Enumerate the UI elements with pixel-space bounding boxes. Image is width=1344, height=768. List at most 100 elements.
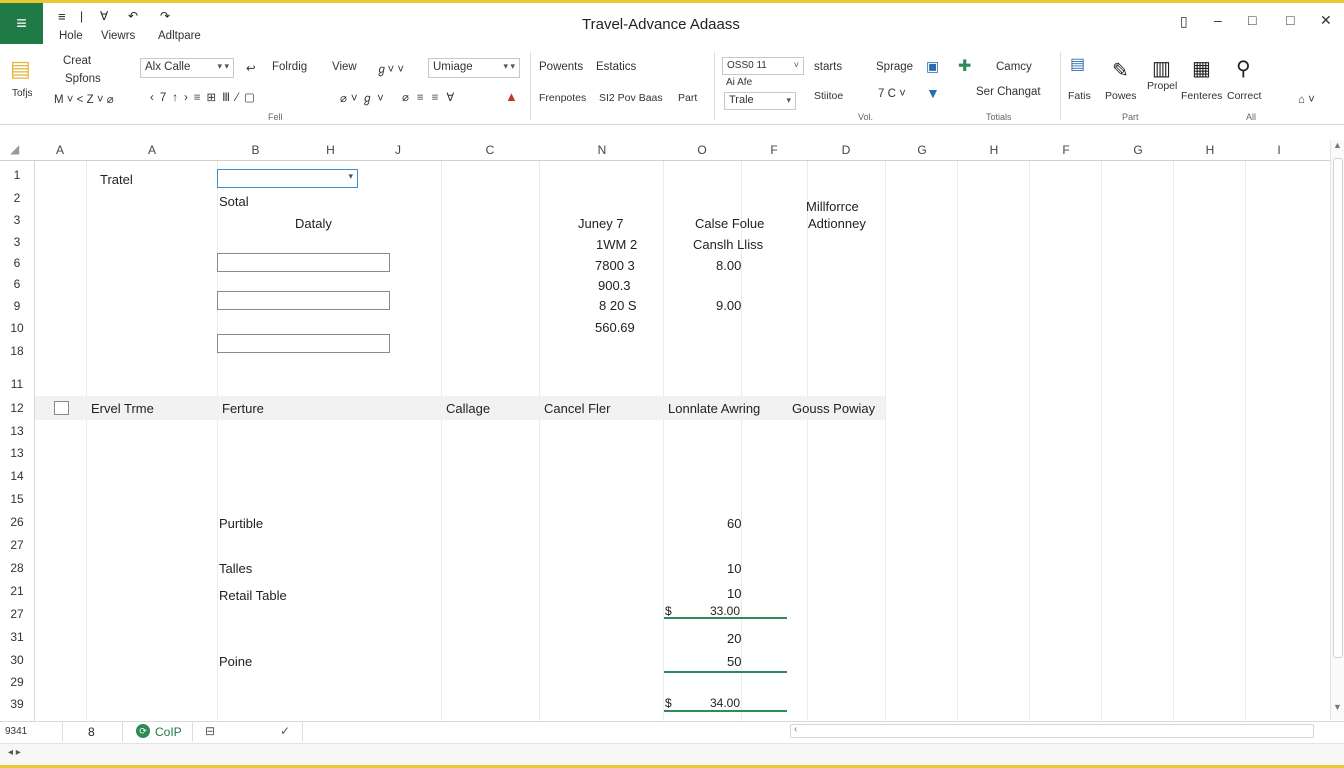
- redo-icon[interactable]: ↷: [160, 9, 170, 23]
- ser-changat-button[interactable]: Ser Changat: [976, 86, 1041, 98]
- column-header[interactable]: F: [1030, 143, 1102, 157]
- row-header[interactable]: 2: [0, 191, 34, 205]
- select-all-icon[interactable]: ◢: [10, 142, 19, 156]
- funnel-icon[interactable]: ▼: [926, 85, 940, 101]
- row-header[interactable]: 9: [0, 299, 34, 313]
- scroll-thumb[interactable]: [1333, 158, 1343, 658]
- row-header[interactable]: 27: [0, 538, 34, 552]
- row-header[interactable]: 13: [0, 446, 34, 460]
- row-header[interactable]: 6: [0, 256, 34, 270]
- clipboard-tools-icon[interactable]: M ˅ < Z ˅ ⌀: [54, 92, 114, 106]
- correct-button[interactable]: Correct: [1227, 90, 1261, 102]
- number-format-combo[interactable]: Umiage ▾ ▾: [428, 58, 520, 78]
- column-header[interactable]: H: [958, 143, 1030, 157]
- search-icon[interactable]: ⚲: [1236, 56, 1251, 81]
- row-header[interactable]: 3: [0, 213, 34, 227]
- column-header[interactable]: G: [886, 143, 958, 157]
- row-header[interactable]: 39: [0, 697, 34, 711]
- row-header[interactable]: 27: [0, 607, 34, 621]
- table-combo[interactable]: Trale ▾: [724, 92, 796, 110]
- column-header[interactable]: J: [368, 143, 428, 157]
- hamburger-icon[interactable]: ≡: [58, 9, 66, 24]
- cells-tools-icon[interactable]: 7 C ˅: [878, 88, 906, 100]
- column-header[interactable]: O: [664, 143, 740, 157]
- camcy-button[interactable]: Camcy: [996, 61, 1032, 73]
- column-header[interactable]: H: [1174, 143, 1246, 157]
- row-header[interactable]: 28: [0, 561, 34, 575]
- table-header-cell[interactable]: Gouss Powiay: [792, 401, 875, 416]
- row-header[interactable]: 14: [0, 469, 34, 483]
- table-header-cell[interactable]: Lonnlate Awring: [668, 401, 760, 416]
- row-header[interactable]: 1: [0, 168, 34, 182]
- new-sheet-icon[interactable]: ⊟: [205, 724, 215, 738]
- travel-dropdown[interactable]: ▾: [217, 169, 358, 188]
- column-header[interactable]: A: [87, 143, 217, 157]
- povbaas-button[interactable]: SI2 Pov Baas: [599, 92, 663, 104]
- powents-button[interactable]: Powents: [539, 61, 583, 73]
- column-header[interactable]: G: [1102, 143, 1174, 157]
- menu-tab-adltpare[interactable]: Adltpare: [158, 30, 201, 42]
- vertical-scrollbar[interactable]: ▲ ▼: [1330, 140, 1344, 720]
- menu-tab-views[interactable]: Viewrs: [101, 30, 135, 42]
- maximize-button[interactable]: □: [1248, 12, 1256, 28]
- powes-button[interactable]: Powes: [1105, 90, 1137, 102]
- select-row-checkbox[interactable]: [54, 401, 69, 415]
- font-tools-row2[interactable]: ⌀˅ℊ˅: [340, 90, 388, 106]
- sheet-tab-active[interactable]: CoIP: [155, 725, 182, 739]
- style-dropdown-icon[interactable]: ℊ˅ ˅: [376, 61, 404, 77]
- menu-tab-home[interactable]: Hole: [59, 30, 83, 42]
- row-header[interactable]: 3: [0, 235, 34, 249]
- fatis-button[interactable]: Fatis: [1068, 90, 1091, 102]
- spfons-button[interactable]: Spfons: [65, 73, 101, 85]
- row-header[interactable]: 13: [0, 424, 34, 438]
- close-button[interactable]: ✕: [1320, 12, 1332, 29]
- back-icon[interactable]: ↩: [246, 61, 256, 75]
- input-box-1[interactable]: [217, 253, 390, 272]
- paste-icon[interactable]: ▤: [10, 56, 31, 82]
- font-tools-row[interactable]: ‹7↑›≡⊞Ⅲ⁄▢: [150, 90, 261, 104]
- table-header-cell[interactable]: Callage: [446, 401, 490, 416]
- part-button[interactable]: Part: [678, 92, 697, 104]
- sprage-button[interactable]: Sprage: [876, 61, 913, 73]
- row-header[interactable]: 18: [0, 344, 34, 358]
- table-header-cell[interactable]: Cancel Fler: [544, 401, 610, 416]
- status-arrows-icon[interactable]: ◂ ▸: [8, 747, 21, 758]
- column-header[interactable]: I: [1246, 143, 1312, 157]
- row-header[interactable]: 6: [0, 277, 34, 291]
- starts-button[interactable]: starts: [814, 61, 842, 73]
- report-icon[interactable]: ▦: [1192, 56, 1211, 81]
- scroll-up-icon[interactable]: ▲: [1333, 140, 1342, 150]
- minimize-button[interactable]: –: [1214, 12, 1222, 28]
- horizontal-scrollbar[interactable]: ‹: [790, 724, 1314, 738]
- row-header[interactable]: 31: [0, 630, 34, 644]
- table-header-cell[interactable]: Ervel Trme: [91, 401, 154, 416]
- filter-icon[interactable]: ∀: [100, 9, 108, 23]
- name-box[interactable]: 9341: [5, 726, 27, 737]
- estatics-button[interactable]: Estatics: [596, 61, 636, 73]
- scroll-down-icon[interactable]: ▼: [1333, 702, 1342, 712]
- column-header[interactable]: D: [808, 143, 884, 157]
- input-box-3[interactable]: [217, 334, 390, 353]
- number-tools-row[interactable]: ⌀≡≡∀: [402, 90, 462, 104]
- row-header[interactable]: 11: [0, 377, 34, 391]
- restore-icon[interactable]: ▯: [1180, 13, 1188, 30]
- collapse-ribbon-icon[interactable]: ⌂ ˅: [1298, 94, 1315, 106]
- app-menu-button[interactable]: ≡: [0, 3, 43, 44]
- row-header[interactable]: 29: [0, 675, 34, 689]
- propel-button[interactable]: Propel: [1147, 80, 1177, 92]
- view-button[interactable]: View: [332, 61, 357, 73]
- row-header[interactable]: 30: [0, 653, 34, 667]
- warning-icon[interactable]: ▲: [505, 89, 518, 104]
- pen-icon[interactable]: ✎: [1112, 58, 1129, 83]
- cell-style-combo[interactable]: OSS0 11 ˅: [722, 57, 804, 75]
- column-header[interactable]: F: [742, 143, 806, 157]
- column-header[interactable]: B: [218, 143, 293, 157]
- sheet-tab[interactable]: 8: [88, 725, 95, 739]
- check-icon[interactable]: ✓: [280, 724, 290, 738]
- row-header[interactable]: 12: [0, 401, 34, 415]
- plus-icon[interactable]: ✚: [958, 56, 971, 76]
- column-header[interactable]: C: [442, 143, 538, 157]
- stitoe-button[interactable]: Stiitoe: [814, 90, 843, 102]
- undo-icon[interactable]: ↶: [128, 9, 138, 23]
- column-header[interactable]: A: [35, 143, 85, 157]
